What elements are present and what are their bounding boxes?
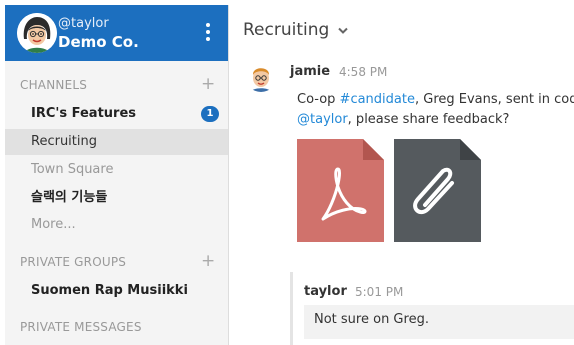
reply-thread-bar (290, 272, 293, 345)
paperclip-icon[interactable] (394, 139, 481, 242)
pdf-icon[interactable] (297, 139, 384, 242)
sidebar-item-recruiting[interactable]: Recruiting (5, 129, 228, 155)
channels-heading: CHANNELS (20, 78, 88, 92)
sidebar-item-slack-features[interactable]: 슬랙의 기능들 (5, 185, 228, 211)
unread-badge: 1 (201, 106, 219, 122)
user-avatar-illustration (17, 13, 57, 53)
add-channel-plus-icon[interactable]: + (201, 76, 215, 93)
sidebar-item-irc-features[interactable]: IRC's Features 1 (5, 101, 228, 127)
author-avatar-illustration (245, 60, 277, 92)
hashtag-link[interactable]: #candidate (340, 92, 415, 107)
sidebar-item-label: Suomen Rap Musiikki (31, 283, 188, 298)
private-groups-heading: PRIVATE GROUPS (20, 255, 127, 269)
team-header[interactable]: @taylor Demo Co. (5, 5, 228, 61)
sidebar-item-label: IRC's Features (31, 106, 137, 121)
reply-time[interactable]: 5:01 PM (355, 285, 403, 299)
channel-title[interactable]: Recruiting (243, 20, 329, 40)
more-vertical-icon[interactable] (205, 23, 211, 43)
post-message-line-1: Co-op #candidate, Greg Evans, sent in co… (297, 92, 574, 107)
post-message-line-2: @taylor, please share feedback? (297, 112, 509, 127)
mention-link[interactable]: @taylor (297, 112, 348, 127)
message-text: , please share feedback? (347, 112, 510, 127)
sidebar: @taylor Demo Co. CHANNELS + IRC's Featur… (5, 5, 229, 345)
message-text: , Greg Evans, sent in code (414, 92, 574, 107)
author-avatar[interactable] (245, 60, 277, 92)
sidebar-item-more[interactable]: More... (5, 212, 228, 238)
sidebar-item-suomen-rap-musiikki[interactable]: Suomen Rap Musiikki (5, 278, 228, 304)
sidebar-item-label: Recruiting (31, 134, 97, 149)
sidebar-item-label: Town Square (31, 162, 114, 177)
sidebar-item-label: More... (31, 217, 76, 232)
sidebar-item-town-square[interactable]: Town Square (5, 157, 228, 183)
user-avatar[interactable] (17, 13, 57, 53)
chevron-down-icon[interactable] (338, 27, 348, 35)
post-author[interactable]: jamie (290, 64, 330, 79)
team-username: @taylor (58, 16, 109, 31)
message-text: Co-op (297, 92, 340, 107)
add-group-plus-icon[interactable]: + (201, 253, 215, 270)
post-time[interactable]: 4:58 PM (339, 65, 387, 79)
team-name: Demo Co. (58, 33, 139, 51)
private-messages-heading: PRIVATE MESSAGES (20, 320, 142, 334)
reply-author[interactable]: taylor (304, 284, 347, 299)
sidebar-item-label: 슬랙의 기능들 (31, 190, 108, 205)
reply-message-text: Not sure on Greg. (314, 312, 429, 327)
